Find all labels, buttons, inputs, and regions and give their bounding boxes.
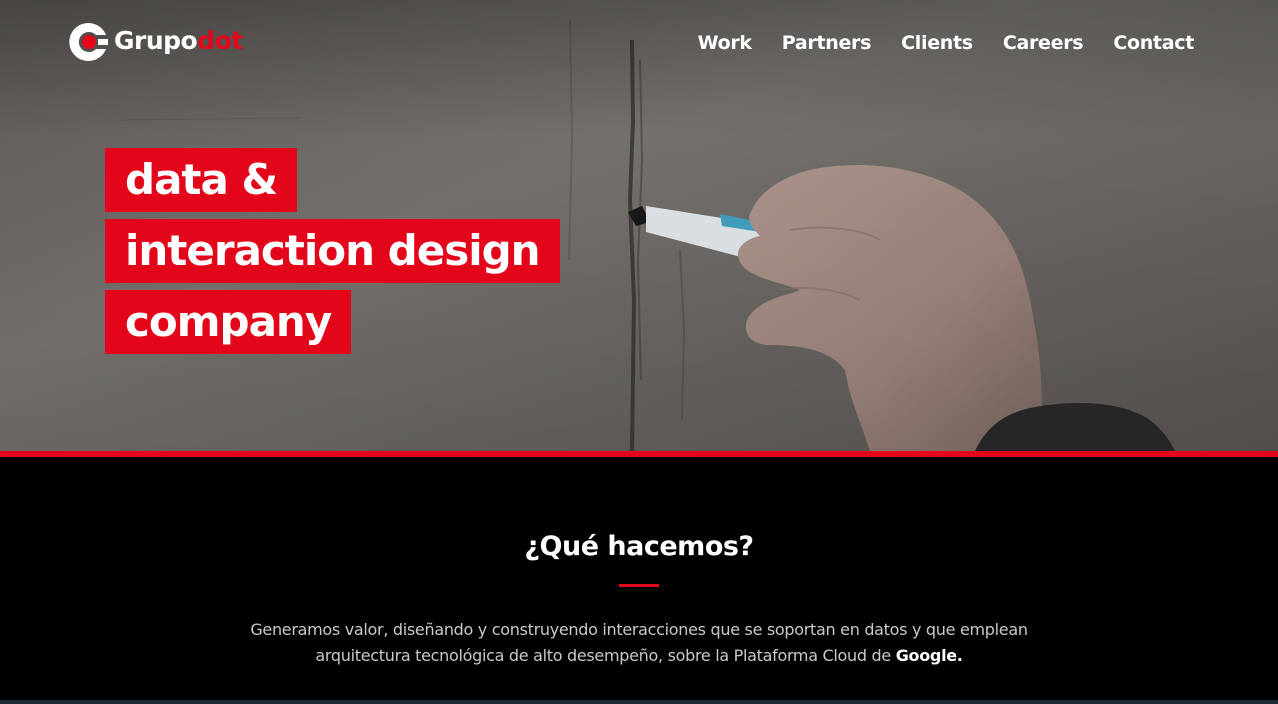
hero-banner: Grupodot Work Partners Clients Careers C…: [0, 0, 1278, 451]
nav-item-work[interactable]: Work: [698, 32, 752, 54]
brand-logo[interactable]: Grupodot: [68, 20, 243, 64]
brand-name-primary: Grupo: [114, 25, 198, 55]
headline-line-2: interaction design: [105, 219, 560, 283]
nav-item-contact[interactable]: Contact: [1113, 32, 1194, 54]
nav-item-partners[interactable]: Partners: [782, 32, 872, 54]
section-description: Generamos valor, diseñando y construyend…: [240, 617, 1038, 669]
headline-line-3: company: [105, 290, 352, 354]
page: Grupodot Work Partners Clients Careers C…: [0, 0, 1278, 704]
title-underline: [619, 584, 659, 587]
nav-item-careers[interactable]: Careers: [1003, 32, 1084, 54]
grupodot-logo-icon: [69, 22, 108, 61]
section-title: ¿Qué hacemos?: [524, 531, 754, 562]
hero-headline: data & interaction design company: [105, 148, 560, 361]
nav-item-clients[interactable]: Clients: [901, 32, 973, 54]
google-highlight: Google.: [895, 646, 963, 665]
main-navigation: Work Partners Clients Careers Contact: [698, 32, 1195, 54]
window-bottom-edge: [0, 700, 1278, 704]
brand-name-accent: dot: [197, 25, 243, 55]
what-we-do-section: ¿Qué hacemos? Generamos valor, diseñando…: [0, 457, 1278, 704]
brand-wordmark: Grupodot: [114, 26, 243, 55]
headline-line-1: data &: [105, 148, 298, 212]
